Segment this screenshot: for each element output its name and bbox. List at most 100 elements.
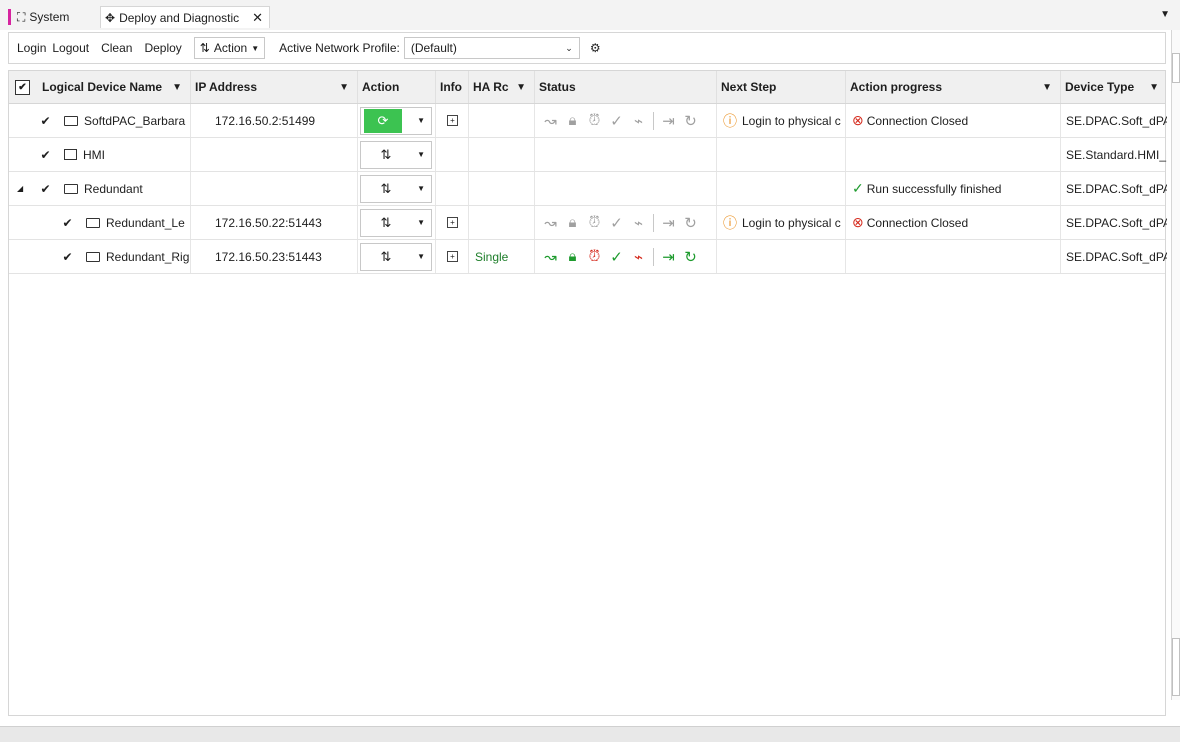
chevron-down-icon[interactable]: ▼ (417, 184, 425, 193)
column-header-status[interactable]: Status (535, 71, 717, 103)
table-row[interactable]: ✔ HMI ⇅ ▼ SE.Standard.HMI_N (9, 138, 1167, 172)
row-action-dropdown[interactable]: ⇅ ▼ (360, 140, 432, 169)
chevron-down-icon[interactable]: ▼ (417, 252, 425, 261)
deploy-button[interactable]: Deploy (144, 41, 181, 55)
network-profile-select[interactable]: (Default) ⌄ (403, 37, 580, 59)
status-divider (653, 111, 654, 130)
clean-button[interactable]: Clean (101, 41, 132, 55)
column-header-info[interactable]: Info (436, 71, 469, 103)
row-action-dropdown[interactable]: ⇅ ▼ (360, 208, 432, 237)
deploy-network-icon: ✥ (105, 10, 116, 25)
logout-button[interactable]: Logout (52, 41, 89, 55)
device-name: Redundant (84, 181, 143, 196)
controller-icon (86, 251, 100, 262)
deploy-toolbar: Login Logout Clean Deploy ⇅ Action ▼ Act… (8, 32, 1166, 64)
row-checkbox[interactable]: ✔ (39, 114, 52, 128)
column-title: Status (539, 80, 576, 94)
controller-icon (64, 183, 78, 194)
action-dropdown-label: Action (213, 41, 248, 55)
next-step-text (717, 138, 846, 171)
column-title: Next Step (721, 80, 777, 94)
row-action-dropdown[interactable]: ⇅ ▼ (360, 174, 432, 203)
row-checkbox[interactable]: ✔ (61, 216, 74, 230)
column-header-ip[interactable]: IP Address ▼ (191, 71, 358, 103)
error-icon: ⊗ (852, 214, 864, 230)
tab-deploy-and-diagnostic[interactable]: ✥ Deploy and Diagnostic ✕ (100, 6, 270, 28)
filter-icon[interactable]: ▼ (1042, 82, 1052, 93)
tab-label: System (29, 10, 70, 24)
scrollbar-thumb[interactable] (1172, 638, 1180, 696)
tab-overflow-icon[interactable]: ▼ (1160, 9, 1170, 20)
row-checkbox[interactable]: ✔ (61, 250, 74, 264)
ip-address: 172.16.50.2:51499 (191, 104, 358, 137)
tab-system[interactable]: ⛶ System (8, 6, 69, 28)
table-row[interactable]: ◢ ✔ Redundant ⇅ ▼ ✓ Run successfully fin… (9, 172, 1167, 206)
chevron-down-icon[interactable]: ▼ (417, 150, 425, 159)
tab-label: Deploy and Diagnostic (119, 10, 240, 25)
status-icons: ↝ 🔒︎ ⏰︎ ✓ ⌁ ⇥ ↻ (535, 213, 700, 232)
device-type: SE.Standard.HMI_N (1066, 147, 1167, 162)
network-settings-icon[interactable]: ⚙ (590, 41, 601, 55)
device-type: SE.DPAC.Soft_dPAC (1066, 113, 1167, 128)
ip-address: 172.16.50.23:51443 (191, 240, 358, 273)
row-action-dropdown[interactable]: ⇅ ▼ (360, 242, 432, 271)
grid-header: ✔ Logical Device Name ▼ IP Address ▼ Act… (9, 71, 1165, 104)
next-step-text: Login to physical c (742, 113, 841, 128)
column-header-ha[interactable]: HA Rc ▼ (469, 71, 535, 103)
ha-role (469, 138, 535, 171)
filter-icon[interactable]: ▼ (516, 82, 526, 93)
filter-icon[interactable]: ▼ (172, 82, 182, 93)
close-icon[interactable]: ✕ (252, 10, 263, 26)
column-title: Info (440, 80, 462, 94)
login-status-icon: ⇥ (662, 214, 675, 232)
vertical-scrollbar[interactable] (1171, 30, 1180, 700)
device-name: Redundant_Le (106, 215, 185, 230)
up-down-arrows-icon[interactable]: ⇅ (361, 244, 411, 270)
document-tab-bar: ⛶ System ✥ Deploy and Diagnostic ✕ ▼ (0, 0, 1180, 30)
column-header-device-type[interactable]: Device Type ▼ (1061, 71, 1167, 103)
run-status-icon: ↻ (684, 248, 697, 266)
column-header-next-step[interactable]: Next Step (717, 71, 846, 103)
select-all-checkbox[interactable]: ✔ (15, 79, 30, 95)
action-dropdown[interactable]: ⇅ Action ▼ (193, 37, 266, 59)
collapse-arrow-icon[interactable]: ◢ (17, 184, 23, 193)
expand-info-icon[interactable]: + (447, 115, 458, 126)
ha-role (469, 104, 535, 137)
row-action-dropdown[interactable]: ⟳ ▼ (360, 106, 432, 135)
filter-icon[interactable]: ▼ (339, 82, 349, 93)
check-status-icon: ✓ (610, 112, 623, 130)
progress-text (846, 240, 1061, 273)
progress-text: Connection Closed (866, 113, 969, 128)
up-down-arrows-icon[interactable]: ⇅ (361, 210, 411, 236)
table-row[interactable]: ✔ Redundant_Rig 172.16.50.23:51443 ⇅ ▼ +… (9, 240, 1167, 274)
column-header-action-progress[interactable]: Action progress ▼ (846, 71, 1061, 103)
next-step-text (717, 172, 846, 205)
next-step-text (717, 240, 846, 273)
ip-address (191, 138, 358, 171)
table-row[interactable]: ✔ Redundant_Le 172.16.50.22:51443 ⇅ ▼ + … (9, 206, 1167, 240)
scrollbar-thumb[interactable] (1172, 53, 1180, 83)
column-header-name[interactable]: ✔ Logical Device Name ▼ (9, 71, 191, 103)
row-checkbox[interactable]: ✔ (39, 182, 52, 196)
monitor-icon (64, 149, 77, 160)
signal-status-icon: ⌁ (633, 248, 644, 266)
row-checkbox[interactable]: ✔ (39, 148, 52, 162)
column-header-action[interactable]: Action (358, 71, 436, 103)
progress-text (846, 138, 1061, 171)
login-status-icon: ⇥ (662, 112, 675, 130)
sync-icon[interactable]: ⟳ (364, 108, 402, 133)
up-down-arrows-icon[interactable]: ⇅ (361, 176, 411, 202)
login-button[interactable]: Login (17, 41, 46, 55)
device-type: SE.DPAC.Soft_dPAC (1066, 215, 1167, 230)
controller-icon (64, 115, 78, 126)
chevron-down-icon[interactable]: ▼ (417, 116, 425, 125)
filter-icon[interactable]: ▼ (1149, 82, 1159, 93)
expand-info-icon[interactable]: + (447, 217, 458, 228)
column-title: Device Type (1065, 80, 1135, 94)
table-row[interactable]: ✔ SoftdPAC_Barbara 172.16.50.2:51499 ⟳ ▼… (9, 104, 1167, 138)
chevron-down-icon[interactable]: ▼ (417, 218, 425, 227)
check-status-icon: ✓ (610, 248, 623, 266)
expand-info-icon[interactable]: + (447, 251, 458, 262)
device-name: Redundant_Rig (106, 249, 190, 264)
up-down-arrows-icon[interactable]: ⇅ (361, 142, 411, 168)
